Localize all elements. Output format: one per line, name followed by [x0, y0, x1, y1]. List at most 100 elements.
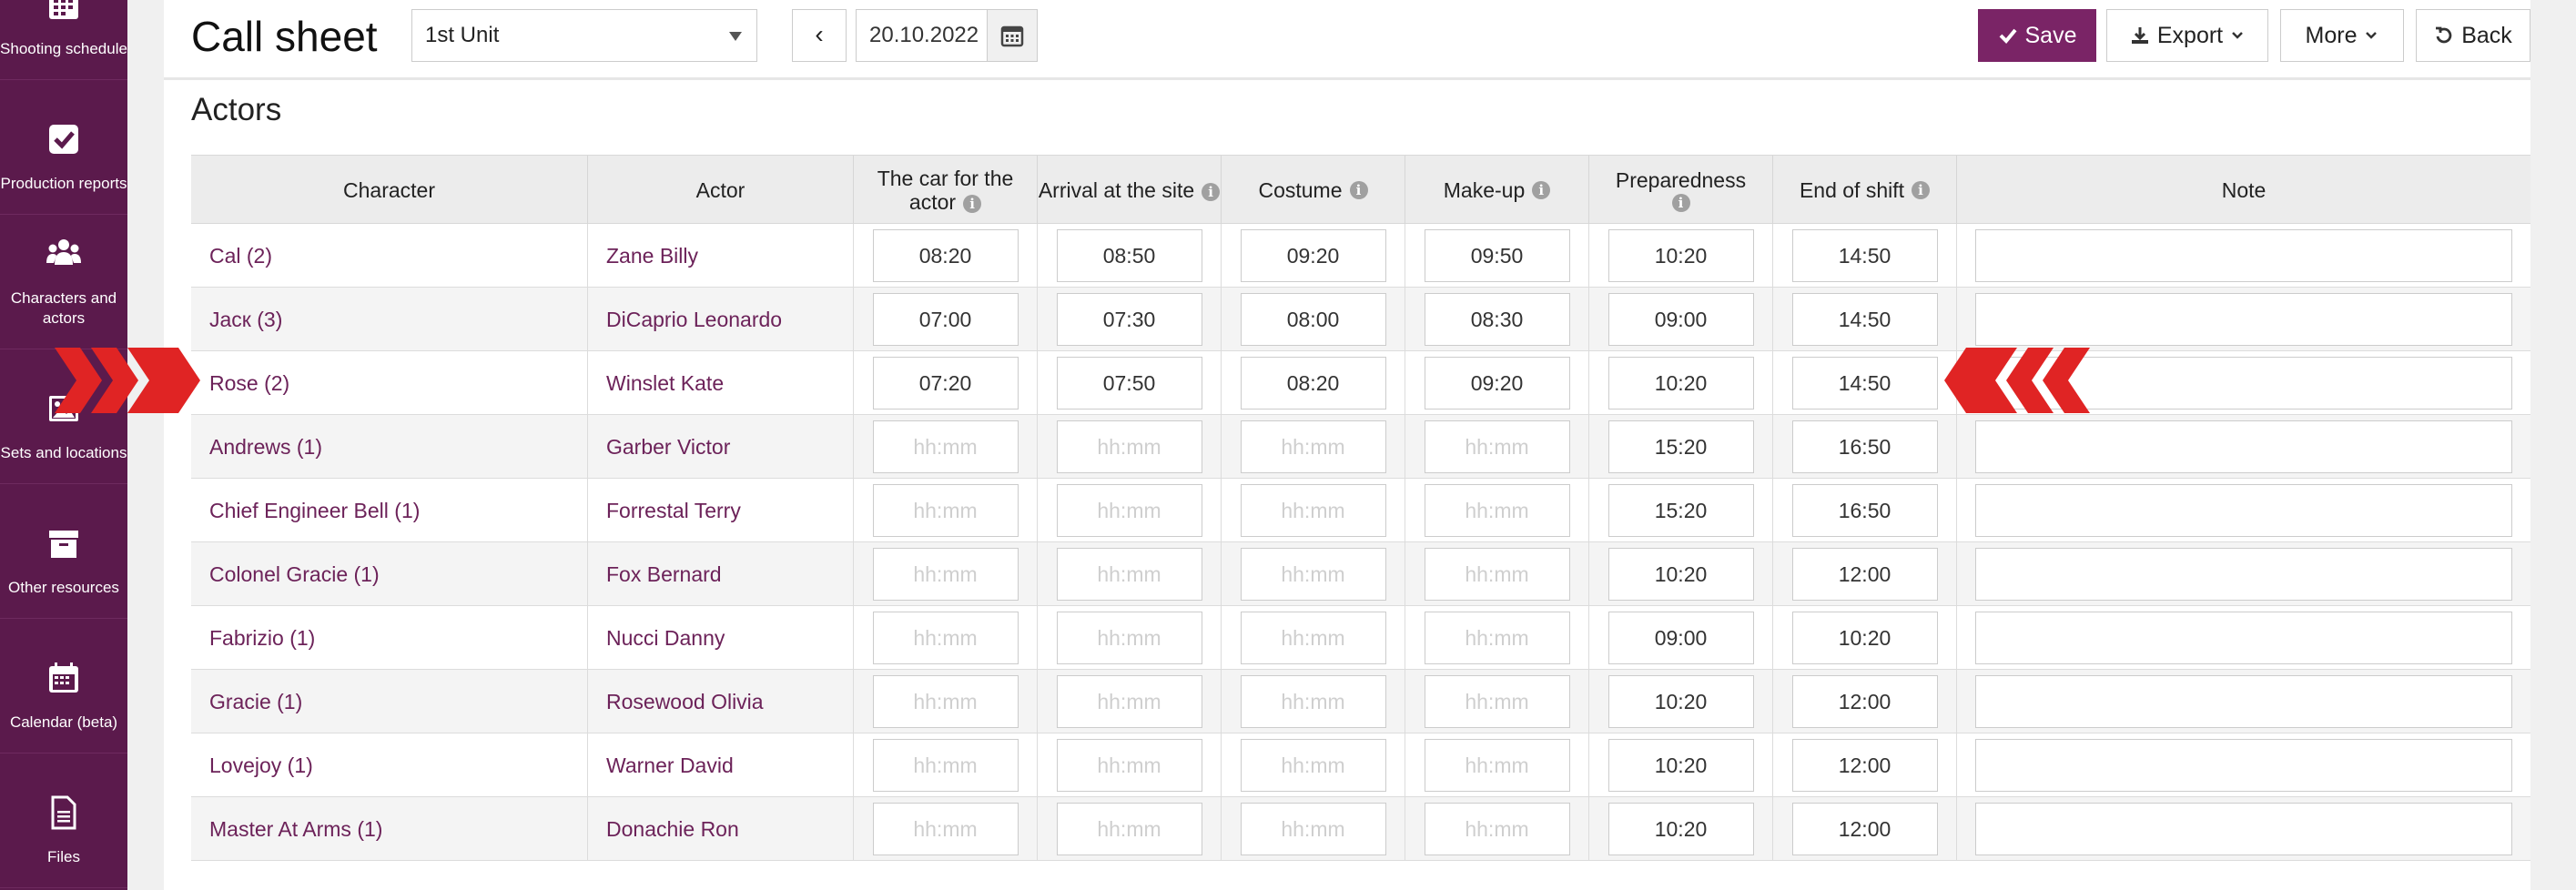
sidebar-item-other-resources[interactable]: Other resources — [0, 484, 127, 619]
actor-link[interactable]: Garber Victor — [606, 435, 730, 460]
actor-link[interactable]: DiCaprio Leonardo — [606, 308, 782, 332]
costume-time-input[interactable]: hh:mm — [1240, 739, 1386, 792]
more-button[interactable]: More — [2280, 9, 2404, 62]
end-time-input[interactable]: 12:00 — [1791, 675, 1938, 728]
actor-link[interactable]: Fox Bernard — [606, 562, 722, 587]
note-input[interactable] — [1975, 420, 2512, 473]
end-time-input[interactable]: 12:00 — [1791, 739, 1938, 792]
car-time-input[interactable]: 07:20 — [872, 357, 1019, 410]
arrival-time-input[interactable]: hh:mm — [1056, 420, 1202, 473]
info-icon[interactable]: i — [963, 194, 982, 213]
prev-date-button[interactable]: ‹ — [792, 9, 847, 62]
makeup-time-input[interactable]: 09:20 — [1424, 357, 1570, 410]
sidebar-item-shooting-schedule[interactable]: Shooting schedule — [0, 0, 127, 80]
car-time-input[interactable]: hh:mm — [872, 675, 1019, 728]
info-icon[interactable]: i — [1671, 194, 1690, 212]
arrival-time-input[interactable]: hh:mm — [1056, 675, 1202, 728]
costume-time-input[interactable]: hh:mm — [1240, 803, 1386, 855]
end-time-input[interactable]: 12:00 — [1791, 803, 1938, 855]
makeup-time-input[interactable]: 08:30 — [1424, 293, 1570, 346]
info-icon[interactable]: i — [1349, 181, 1368, 199]
arrival-time-input[interactable]: hh:mm — [1056, 612, 1202, 664]
end-time-input[interactable]: 12:00 — [1791, 548, 1938, 601]
info-icon[interactable]: i — [1202, 182, 1221, 201]
arrival-time-input[interactable]: hh:mm — [1056, 739, 1202, 792]
character-link[interactable]: Fabrizio (1) — [209, 626, 315, 651]
costume-time-input[interactable]: hh:mm — [1240, 484, 1386, 537]
preparedness-time-input[interactable]: 10:20 — [1607, 357, 1754, 410]
car-time-input[interactable]: hh:mm — [872, 803, 1019, 855]
note-input[interactable] — [1975, 803, 2512, 855]
character-link[interactable]: Rose (2) — [209, 371, 289, 396]
note-input[interactable] — [1975, 484, 2512, 537]
preparedness-time-input[interactable]: 10:20 — [1607, 548, 1754, 601]
costume-time-input[interactable]: 08:20 — [1240, 357, 1386, 410]
actor-link[interactable]: Winslet Kate — [606, 371, 724, 396]
arrival-time-input[interactable]: 07:30 — [1056, 293, 1202, 346]
preparedness-time-input[interactable]: 10:20 — [1607, 803, 1754, 855]
end-time-input[interactable]: 14:50 — [1791, 357, 1938, 410]
makeup-time-input[interactable]: hh:mm — [1424, 612, 1570, 664]
car-time-input[interactable]: hh:mm — [872, 420, 1019, 473]
note-input[interactable] — [1975, 293, 2512, 346]
preparedness-time-input[interactable]: 15:20 — [1607, 420, 1754, 473]
end-time-input[interactable]: 16:50 — [1791, 420, 1938, 473]
export-button[interactable]: Export — [2106, 9, 2268, 62]
makeup-time-input[interactable]: hh:mm — [1424, 548, 1570, 601]
sidebar-item-characters[interactable]: Characters and actors — [0, 215, 127, 349]
makeup-time-input[interactable]: hh:mm — [1424, 675, 1570, 728]
actor-link[interactable]: Forrestal Terry — [606, 499, 741, 523]
note-input[interactable] — [1975, 548, 2512, 601]
arrival-time-input[interactable]: 07:50 — [1056, 357, 1202, 410]
note-input[interactable] — [1975, 739, 2512, 792]
preparedness-time-input[interactable]: 15:20 — [1607, 484, 1754, 537]
actor-link[interactable]: Donachie Ron — [606, 817, 739, 842]
info-icon[interactable]: i — [1532, 181, 1551, 199]
end-time-input[interactable]: 10:20 — [1791, 612, 1938, 664]
actor-link[interactable]: Nucci Danny — [606, 626, 725, 651]
save-button[interactable]: Save — [1978, 9, 2096, 62]
car-time-input[interactable]: 08:20 — [872, 229, 1019, 282]
character-link[interactable]: Gracie (1) — [209, 690, 302, 714]
costume-time-input[interactable]: 08:00 — [1240, 293, 1386, 346]
character-link[interactable]: Cal (2) — [209, 244, 272, 268]
info-icon[interactable]: i — [1912, 181, 1931, 199]
car-time-input[interactable]: 07:00 — [872, 293, 1019, 346]
character-link[interactable]: Lovejoy (1) — [209, 753, 313, 778]
makeup-time-input[interactable]: hh:mm — [1424, 420, 1570, 473]
actor-link[interactable]: Warner David — [606, 753, 734, 778]
character-link[interactable]: Andrews (1) — [209, 435, 322, 460]
character-link[interactable]: Jacк (3) — [209, 308, 282, 332]
note-input[interactable] — [1975, 612, 2512, 664]
preparedness-time-input[interactable]: 10:20 — [1607, 675, 1754, 728]
costume-time-input[interactable]: 09:20 — [1240, 229, 1386, 282]
arrival-time-input[interactable]: hh:mm — [1056, 548, 1202, 601]
end-time-input[interactable]: 16:50 — [1791, 484, 1938, 537]
car-time-input[interactable]: hh:mm — [872, 739, 1019, 792]
preparedness-time-input[interactable]: 09:00 — [1607, 612, 1754, 664]
calendar-picker-button[interactable] — [987, 9, 1038, 62]
car-time-input[interactable]: hh:mm — [872, 612, 1019, 664]
back-button[interactable]: Back — [2416, 9, 2530, 62]
end-time-input[interactable]: 14:50 — [1791, 293, 1938, 346]
arrival-time-input[interactable]: hh:mm — [1056, 484, 1202, 537]
makeup-time-input[interactable]: hh:mm — [1424, 803, 1570, 855]
character-link[interactable]: Master At Arms (1) — [209, 817, 382, 842]
preparedness-time-input[interactable]: 10:20 — [1607, 229, 1754, 282]
arrival-time-input[interactable]: 08:50 — [1056, 229, 1202, 282]
sidebar-item-production-reports[interactable]: Production reports — [0, 80, 127, 215]
sidebar-item-calendar[interactable]: Calendar (beta) — [0, 619, 127, 753]
makeup-time-input[interactable]: hh:mm — [1424, 484, 1570, 537]
character-link[interactable]: Colonel Gracie (1) — [209, 562, 380, 587]
makeup-time-input[interactable]: 09:50 — [1424, 229, 1570, 282]
car-time-input[interactable]: hh:mm — [872, 548, 1019, 601]
costume-time-input[interactable]: hh:mm — [1240, 612, 1386, 664]
costume-time-input[interactable]: hh:mm — [1240, 420, 1386, 473]
unit-select[interactable]: 1st Unit — [411, 9, 757, 62]
actor-link[interactable]: Zane Billy — [606, 244, 698, 268]
costume-time-input[interactable]: hh:mm — [1240, 548, 1386, 601]
preparedness-time-input[interactable]: 09:00 — [1607, 293, 1754, 346]
sidebar-item-files[interactable]: Files — [0, 753, 127, 888]
note-input[interactable] — [1975, 675, 2512, 728]
note-input[interactable] — [1975, 229, 2512, 282]
